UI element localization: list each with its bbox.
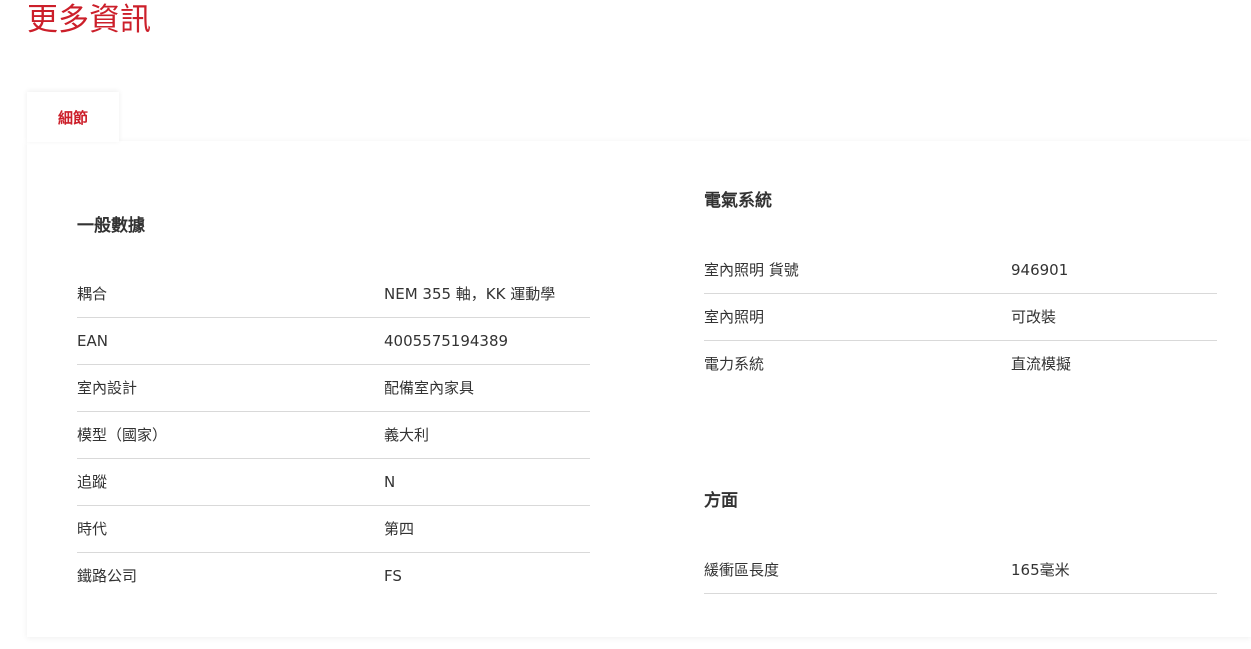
dimensions-table: 緩衝區長度 165毫米 (704, 547, 1217, 594)
electrical-system-heading: 電氣系統 (704, 191, 772, 211)
spec-value: 第四 (384, 520, 415, 538)
electrical-system-table: 室內照明 貨號 946901 室內照明 可改裝 電力系統 直流模擬 (704, 247, 1217, 387)
spec-value: 直流模擬 (1011, 355, 1072, 373)
spec-value: 可改裝 (1011, 308, 1057, 326)
spec-label: 耦合 (77, 285, 108, 303)
table-row: 追蹤 N (77, 459, 590, 506)
more-info-page: 更多資訊 細節 一般數據 耦合 NEM 355 軸，KK 運動學 EAN 400… (0, 0, 1251, 649)
table-row: 室內照明 貨號 946901 (704, 247, 1217, 294)
spec-label: 室內照明 貨號 (704, 261, 799, 279)
table-row: 室內設計 配備室內家具 (77, 365, 590, 412)
table-row: 模型（國家） 義大利 (77, 412, 590, 459)
spec-value: 配備室內家具 (384, 379, 475, 397)
table-row: 時代 第四 (77, 506, 590, 553)
general-data-heading: 一般數據 (77, 216, 145, 236)
tab-details-label: 細節 (57, 108, 88, 127)
tab-details[interactable]: 細節 (27, 92, 119, 142)
spec-label: EAN (77, 332, 108, 350)
table-row: 耦合 NEM 355 軸，KK 運動學 (77, 271, 590, 318)
spec-value: 4005575194389 (384, 332, 509, 350)
spec-label: 緩衝區長度 (704, 561, 780, 579)
table-row: 緩衝區長度 165毫米 (704, 547, 1217, 594)
spec-label: 鐵路公司 (77, 567, 138, 585)
page-title: 更多資訊 (27, 2, 151, 38)
spec-label: 模型（國家） (77, 426, 168, 444)
table-row: 電力系統 直流模擬 (704, 341, 1217, 387)
table-row: EAN 4005575194389 (77, 318, 590, 365)
table-row: 室內照明 可改裝 (704, 294, 1217, 341)
spec-value: 946901 (1011, 261, 1069, 279)
spec-label: 追蹤 (77, 473, 108, 491)
spec-value: FS (384, 567, 402, 585)
spec-value: N (384, 473, 396, 491)
table-row: 鐵路公司 FS (77, 553, 590, 599)
general-data-table: 耦合 NEM 355 軸，KK 運動學 EAN 4005575194389 室內… (77, 271, 590, 599)
spec-value: 義大利 (384, 426, 430, 444)
details-panel: 一般數據 耦合 NEM 355 軸，KK 運動學 EAN 40055751943… (27, 141, 1251, 637)
spec-label: 室內照明 (704, 308, 765, 326)
spec-label: 電力系統 (704, 355, 765, 373)
spec-label: 時代 (77, 520, 108, 538)
spec-value: NEM 355 軸，KK 運動學 (384, 285, 556, 303)
dimensions-heading: 方面 (704, 491, 738, 511)
spec-value: 165毫米 (1011, 561, 1070, 579)
spec-label: 室內設計 (77, 379, 138, 397)
